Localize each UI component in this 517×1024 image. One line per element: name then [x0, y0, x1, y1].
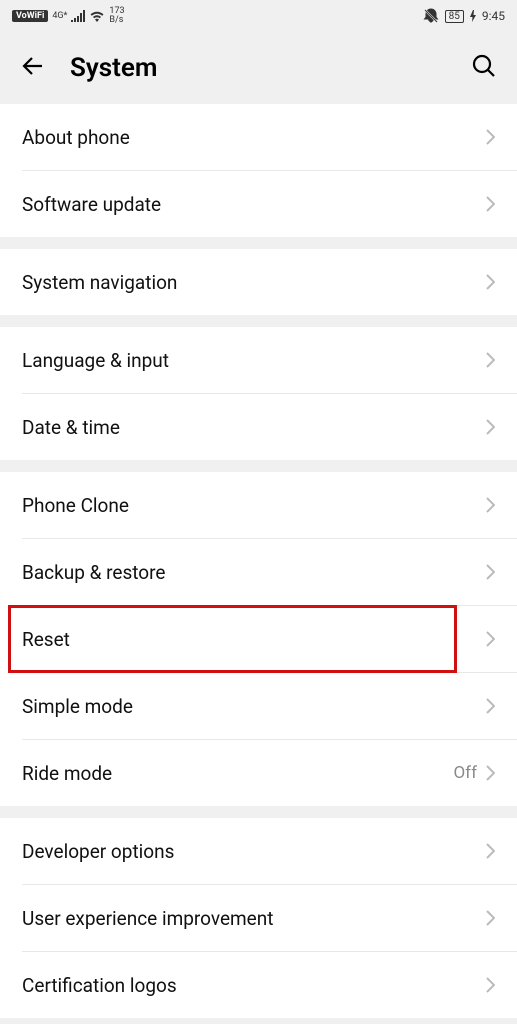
charging-icon — [470, 10, 476, 22]
chevron-right-icon — [485, 976, 495, 994]
row-label: System navigation — [22, 271, 485, 294]
row-software-update[interactable]: Software update — [0, 171, 517, 237]
wifi-icon — [89, 10, 105, 22]
chevron-right-icon — [485, 128, 495, 146]
row-certification-logos[interactable]: Certification logos — [0, 952, 517, 1018]
row-label: Reset — [22, 628, 485, 651]
row-label: Simple mode — [22, 695, 485, 718]
chevron-right-icon — [485, 563, 495, 581]
clock: 9:45 — [482, 9, 505, 23]
page-title: System — [70, 53, 447, 83]
chevron-right-icon — [485, 195, 495, 213]
chevron-right-icon — [485, 842, 495, 860]
row-label: Software update — [22, 193, 485, 216]
settings-group: About phone Software update — [0, 104, 517, 237]
status-bar: VoWiFi 4G* 173 B/s 85 9:45 — [0, 0, 517, 32]
header: System — [0, 32, 517, 104]
chevron-right-icon — [485, 909, 495, 927]
row-value: Off — [453, 763, 477, 783]
settings-group: System navigation — [0, 249, 517, 315]
signal-bars-icon — [71, 10, 85, 22]
row-ride-mode[interactable]: Ride modeOff — [0, 740, 517, 806]
search-icon — [471, 53, 497, 79]
settings-group: Phone Clone Backup & restore Reset Simple m… — [0, 472, 517, 806]
battery-indicator: 85 — [445, 10, 464, 23]
row-backup-restore[interactable]: Backup & restore — [0, 539, 517, 605]
row-developer-options[interactable]: Developer options — [0, 818, 517, 884]
chevron-right-icon — [485, 351, 495, 369]
row-reset[interactable]: Reset — [0, 606, 517, 672]
row-date-time[interactable]: Date & time — [0, 394, 517, 460]
row-label: Phone Clone — [22, 494, 485, 517]
row-label: User experience improvement — [22, 907, 485, 930]
settings-list: About phone Software update System navigat… — [0, 104, 517, 1018]
speed-indicator: 173 B/s — [109, 7, 124, 25]
chevron-right-icon — [485, 418, 495, 436]
row-label: Backup & restore — [22, 561, 485, 584]
network-indicator: 4G* — [52, 11, 67, 21]
back-button[interactable] — [20, 53, 46, 83]
settings-group: Developer options User experience improve… — [0, 818, 517, 1018]
row-language-input[interactable]: Language & input — [0, 327, 517, 393]
status-right: 85 9:45 — [423, 8, 505, 24]
row-label: About phone — [22, 126, 485, 149]
row-simple-mode[interactable]: Simple mode — [0, 673, 517, 739]
row-phone-clone[interactable]: Phone Clone — [0, 472, 517, 538]
vowifi-badge: VoWiFi — [12, 10, 48, 22]
row-about-phone[interactable]: About phone — [0, 104, 517, 170]
chevron-right-icon — [485, 273, 495, 291]
row-label: Developer options — [22, 840, 485, 863]
row-user-experience-improvement[interactable]: User experience improvement — [0, 885, 517, 951]
search-button[interactable] — [471, 53, 497, 83]
row-label: Date & time — [22, 416, 485, 439]
arrow-left-icon — [20, 53, 46, 79]
chevron-right-icon — [485, 496, 495, 514]
chevron-right-icon — [485, 697, 495, 715]
dnd-icon — [423, 8, 439, 24]
settings-group: Language & input Date & time — [0, 327, 517, 460]
chevron-right-icon — [485, 630, 495, 648]
status-left: VoWiFi 4G* 173 B/s — [12, 7, 125, 25]
row-label: Ride mode — [22, 762, 453, 785]
chevron-right-icon — [485, 764, 495, 782]
row-label: Language & input — [22, 349, 485, 372]
row-label: Certification logos — [22, 974, 485, 997]
row-system-navigation[interactable]: System navigation — [0, 249, 517, 315]
